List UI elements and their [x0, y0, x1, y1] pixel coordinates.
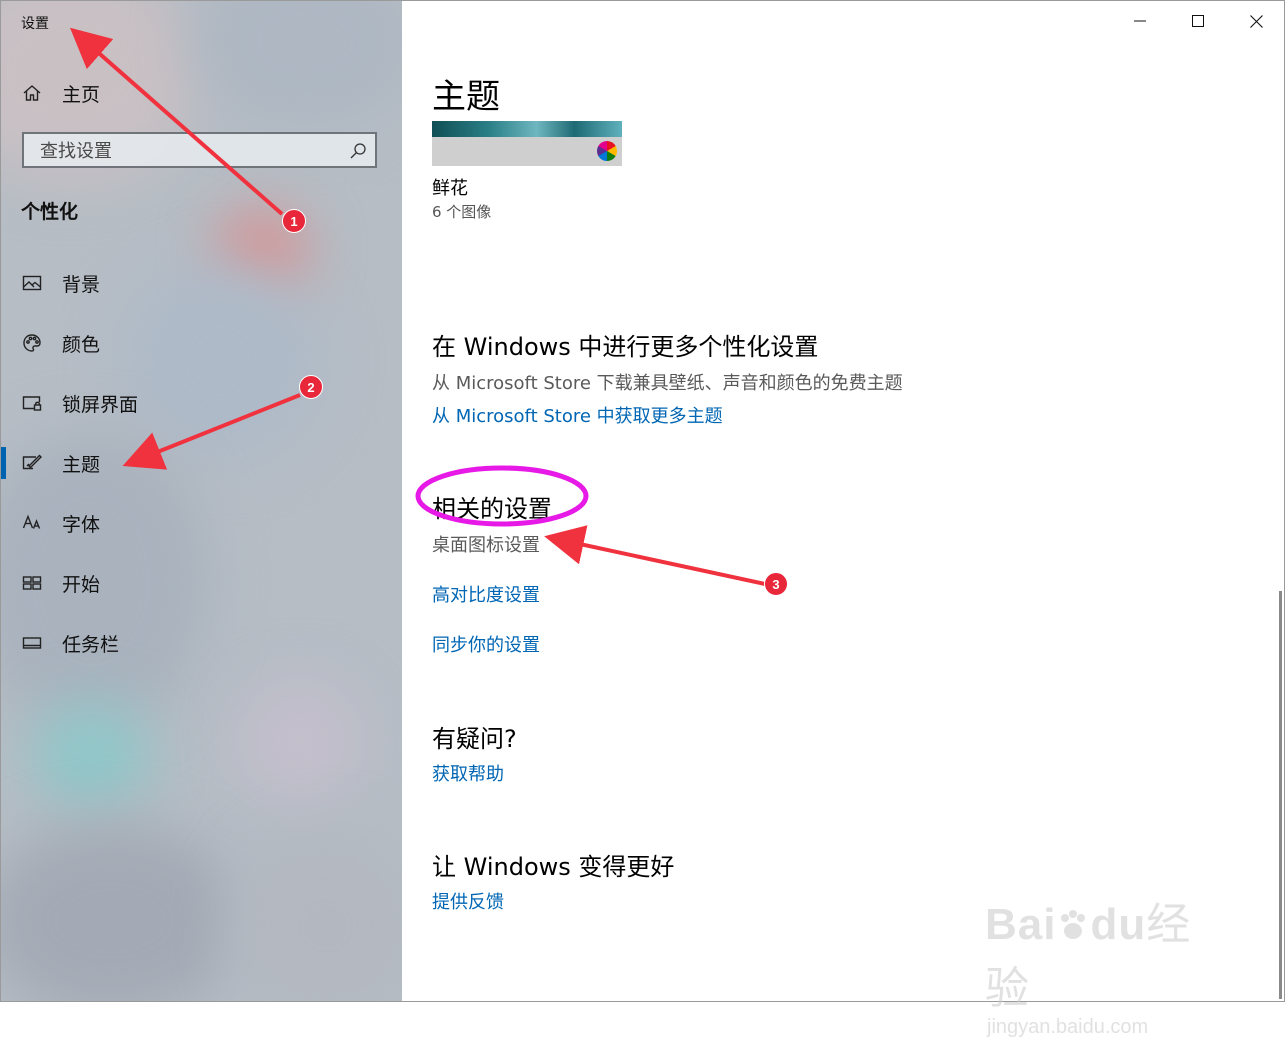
annotation-badge-3: 3 — [764, 572, 788, 596]
search-input[interactable] — [38, 138, 342, 164]
close-icon — [1249, 14, 1263, 28]
sidebar-item-start[interactable]: 开始 — [1, 561, 402, 605]
sidebar-item-label: 开始 — [62, 573, 101, 596]
minimize-button[interactable] — [1112, 1, 1168, 41]
theme-preview[interactable] — [432, 121, 622, 166]
more-personalization-heading: 在 Windows 中进行更多个性化设置 — [432, 333, 819, 361]
settings-window: 设置 主页 个性化 — [0, 0, 1285, 1002]
watermark-url: jingyan.baidu.com — [987, 1016, 1149, 1038]
sidebar-item-home[interactable]: 主页 — [1, 71, 402, 115]
active-indicator — [1, 447, 6, 479]
sidebar-item-label: 锁屏界面 — [62, 393, 139, 416]
sidebar-item-fonts[interactable]: 字体 — [1, 501, 402, 545]
section-heading: 个性化 — [21, 201, 79, 223]
sidebar-item-label: 主题 — [62, 453, 101, 476]
color-wheel-icon — [597, 141, 617, 161]
sidebar-item-label: 主页 — [62, 83, 101, 106]
app-title: 设置 — [21, 16, 49, 32]
improve-windows-heading: 让 Windows 变得更好 — [432, 853, 675, 881]
high-contrast-settings-link[interactable]: 高对比度设置 — [432, 581, 540, 607]
theme-image-count: 6 个图像 — [432, 203, 492, 221]
sync-settings-link[interactable]: 同步你的设置 — [432, 631, 540, 657]
sidebar-item-colors[interactable]: 颜色 — [1, 321, 402, 365]
give-feedback-link[interactable]: 提供反馈 — [432, 888, 504, 914]
font-icon — [21, 512, 43, 534]
taskbar-icon — [21, 632, 43, 654]
start-grid-icon — [21, 572, 43, 594]
more-personalization-description: 从 Microsoft Store 下载兼具壁纸、声音和颜色的免费主题 — [432, 373, 903, 394]
get-help-link[interactable]: 获取帮助 — [432, 760, 504, 786]
sidebar-item-lock-screen[interactable]: 锁屏界面 — [1, 381, 402, 425]
watermark-logo-right: du — [1090, 900, 1147, 949]
theme-brush-icon — [21, 452, 43, 474]
sidebar-item-label: 背景 — [62, 273, 101, 296]
baidu-watermark: Bai du经验 jingyan.baidu.com — [985, 888, 1225, 1038]
picture-icon — [21, 272, 43, 294]
desktop-icon-settings-link[interactable]: 桌面图标设置 — [432, 531, 540, 557]
theme-wallpaper-thumbnail — [432, 121, 622, 137]
sidebar-item-label: 字体 — [62, 513, 101, 536]
sidebar-item-themes[interactable]: 主题 — [1, 441, 402, 485]
paw-icon — [1061, 910, 1086, 939]
theme-name: 鲜花 — [432, 178, 468, 199]
scrollbar[interactable] — [1279, 591, 1282, 999]
sidebar: 设置 主页 个性化 — [1, 1, 402, 1001]
main-content: 主题 鲜花 6 个图像 在 Windows 中进行更多个性化设置 从 Micro… — [402, 1, 1284, 1001]
get-more-themes-link[interactable]: 从 Microsoft Store 中获取更多主题 — [432, 402, 723, 428]
lock-screen-icon — [21, 392, 43, 414]
close-button[interactable] — [1228, 1, 1284, 41]
search-box[interactable] — [22, 132, 377, 168]
maximize-icon — [1192, 15, 1204, 27]
watermark-logo-left: Bai — [985, 900, 1057, 949]
maximize-button[interactable] — [1170, 1, 1226, 41]
home-icon — [21, 82, 43, 104]
palette-icon — [21, 332, 43, 354]
search-icon[interactable] — [349, 142, 367, 160]
questions-heading: 有疑问? — [432, 725, 517, 753]
sidebar-item-label: 任务栏 — [62, 633, 120, 656]
sidebar-item-label: 颜色 — [62, 333, 101, 356]
page-title: 主题 — [432, 77, 500, 117]
related-settings-heading: 相关的设置 — [432, 495, 552, 523]
minimize-icon — [1134, 20, 1146, 22]
sidebar-item-taskbar[interactable]: 任务栏 — [1, 621, 402, 665]
sidebar-item-background[interactable]: 背景 — [1, 261, 402, 305]
annotation-badge-1: 1 — [282, 209, 306, 233]
annotation-badge-2: 2 — [299, 375, 323, 399]
